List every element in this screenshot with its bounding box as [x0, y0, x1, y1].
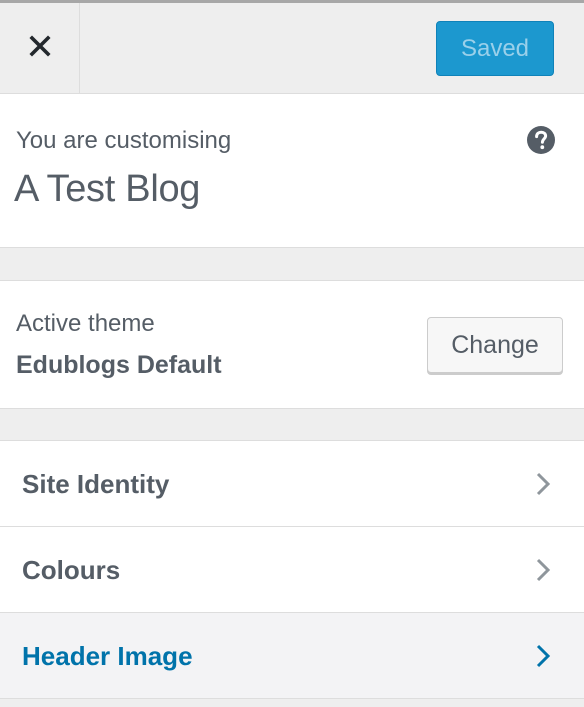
- customizing-info: You are customising A Test Blog: [0, 94, 584, 248]
- chevron-right-icon: [532, 643, 554, 669]
- section-list: Site Identity Colours Header Image: [0, 440, 584, 699]
- site-title: A Test Blog: [14, 168, 201, 210]
- section-colours[interactable]: Colours: [0, 526, 584, 612]
- section-site-identity[interactable]: Site Identity: [0, 440, 584, 526]
- active-theme-label: Active theme: [16, 310, 155, 337]
- close-button[interactable]: [0, 3, 80, 93]
- customizer-header: Saved: [0, 3, 584, 94]
- active-theme-panel: Active theme Edublogs Default Change: [0, 280, 584, 409]
- section-label: Colours: [22, 555, 121, 585]
- customizing-label: You are customising: [16, 127, 232, 154]
- chevron-right-icon: [532, 557, 554, 583]
- theme-name: Edublogs Default: [16, 351, 222, 379]
- section-label: Header Image: [22, 641, 193, 671]
- change-theme-button[interactable]: Change: [427, 317, 563, 373]
- help-icon[interactable]: [527, 126, 555, 154]
- section-label: Site Identity: [22, 469, 170, 499]
- chevron-right-icon: [532, 471, 554, 497]
- section-header-image[interactable]: Header Image: [0, 612, 584, 699]
- close-icon: [28, 34, 51, 62]
- save-button[interactable]: Saved: [436, 21, 554, 76]
